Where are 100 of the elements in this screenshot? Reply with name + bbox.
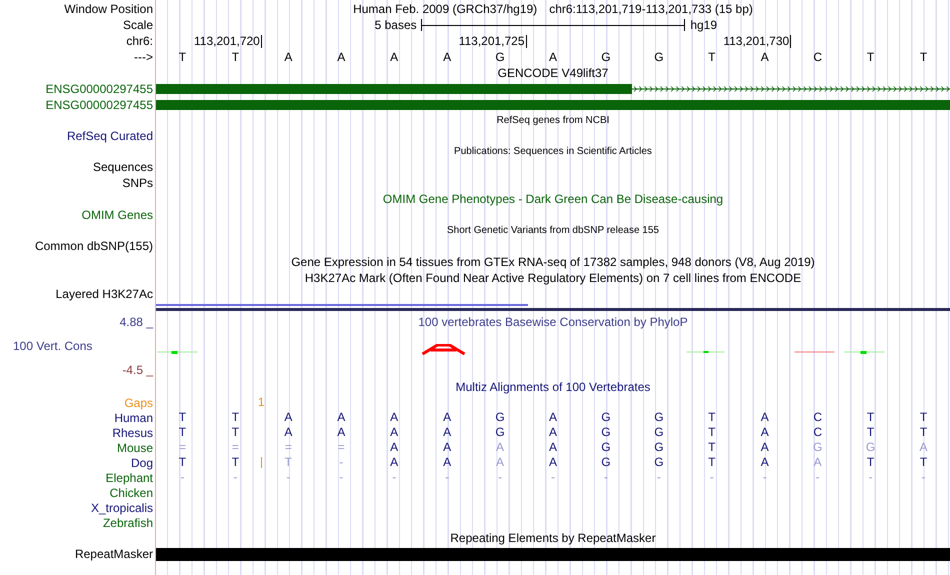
track-label: Elephant <box>106 470 153 484</box>
alignment-base: - <box>762 470 767 484</box>
base-letter: A <box>283 50 294 64</box>
alignment-base: A <box>496 440 504 454</box>
alignment-base: T <box>920 410 928 424</box>
alignment-base: - <box>286 470 290 484</box>
alignment-base: A <box>284 425 292 439</box>
alignment-base: T <box>232 455 240 469</box>
alignment-base: T <box>920 425 928 439</box>
track-title: Publications: Sequences in Scientific Articles <box>454 146 652 157</box>
track-label: Sequences <box>92 160 153 174</box>
alignment-base: A <box>390 455 398 469</box>
track-label: Gaps <box>124 396 153 410</box>
gap-count: 1 <box>258 395 265 410</box>
base-letter: T <box>866 50 876 64</box>
alignment-base: T <box>708 425 716 439</box>
alignment-base: = <box>284 440 292 454</box>
alignment-base: G <box>654 455 664 469</box>
track-label: Human <box>114 410 153 424</box>
assembly-name: hg19 <box>689 18 718 32</box>
alignment-base: G <box>601 440 611 454</box>
ruler-tick-label: 113,201,725 <box>458 34 527 48</box>
alignment-base: T <box>866 425 874 439</box>
track-label: ---> <box>134 50 153 64</box>
track-label: RefSeq Curated <box>66 129 153 143</box>
ruler-tick-label: 113,201,730 <box>723 34 792 48</box>
alignment-base: C <box>813 410 822 424</box>
track-label: 100 Vert. Cons <box>12 338 94 354</box>
alignment-base: G <box>495 425 505 439</box>
alignment-base: - <box>922 470 926 484</box>
base-letter: A <box>442 50 452 64</box>
alignment-base: A <box>760 440 769 454</box>
alignment-base: G <box>654 410 664 424</box>
track-label: Scale <box>122 18 153 32</box>
base-letter: C <box>812 50 823 64</box>
base-letter: T <box>918 50 928 64</box>
alignment-base: A <box>337 410 346 424</box>
alignment-base: T <box>178 410 186 424</box>
alignment-base: T <box>920 455 928 469</box>
axis-max-label: 4.88 _ <box>118 314 153 330</box>
track-label: Window Position <box>64 2 153 16</box>
track-label: Mouse <box>116 440 153 454</box>
track-label: SNPs <box>122 176 153 190</box>
alignment-base: T <box>708 440 716 454</box>
track-label: Dog <box>130 456 153 470</box>
alignment-base: A <box>920 440 928 454</box>
alignment-base: = <box>178 440 186 454</box>
track-title: OMIM Gene Phenotypes - Dark Green Can Be Disease-causing <box>382 192 724 206</box>
alignment-base: A <box>814 455 822 469</box>
position-text: chr6:113,201,719-113,201,733 (15 bp) <box>549 2 753 16</box>
alignment-base: = <box>338 440 345 454</box>
alignment-base: T <box>178 455 186 469</box>
track-title: RefSeq genes from NCBI <box>496 115 610 126</box>
alignment-base: A <box>390 425 398 439</box>
alignment-base: A <box>760 410 769 424</box>
alignment-base: T <box>708 410 716 424</box>
alignment-base: G <box>601 425 611 439</box>
track-title: Repeating Elements by RepeatMasker <box>450 531 656 545</box>
alignment-base: A <box>548 455 557 469</box>
alignment-base: A <box>760 455 769 469</box>
alignment-base: - <box>233 470 238 484</box>
alignment-base: A <box>548 440 557 454</box>
alignment-base: A <box>443 455 452 469</box>
alignment-base: T <box>232 410 240 424</box>
track-title: 100 vertebrates Basewise Conservation by PhyloP <box>418 314 688 330</box>
alignment-base: - <box>445 470 450 484</box>
alignment-base: - <box>180 470 184 484</box>
alignment-base: G <box>866 440 876 454</box>
base-letter: A <box>336 50 346 64</box>
alignment-base: - <box>392 470 396 484</box>
track-label: X_tropicalis <box>90 500 153 514</box>
base-letter: T <box>230 50 240 64</box>
alignment-base: - <box>498 470 502 484</box>
track-label: RepeatMasker <box>74 547 153 561</box>
alignment-base: T <box>232 425 240 439</box>
assembly-text: Human Feb. 2009 (GRCh37/hg19) <box>353 2 538 16</box>
track-label: ENSG00000297455 <box>46 82 153 96</box>
track-label: Zebrafish <box>102 516 153 530</box>
base-letter: T <box>707 50 716 64</box>
scale-text: 5 bases <box>374 18 418 32</box>
track-label: OMIM Genes <box>82 208 153 222</box>
track-title: Short Genetic Variants from dbSNP release 155 <box>447 225 659 236</box>
alignment-base: C <box>813 425 822 439</box>
alignment-base: A <box>760 425 769 439</box>
alignment-base: A <box>496 455 504 469</box>
track-title: Multiz Alignments of 100 Vertebrates <box>456 380 650 394</box>
alignment-base: A <box>443 410 452 424</box>
alignment-base: A <box>337 425 346 439</box>
track-label: chr6: <box>126 34 153 48</box>
alignment-base: T <box>866 455 874 469</box>
base-letter: G <box>600 50 612 64</box>
track-title: GENCODE V49lift37 <box>498 66 608 80</box>
track-title: H3K27Ac Mark (Often Found Near Active Regulatory Elements) on 7 cell lines from ENCODE <box>304 271 802 285</box>
track-label: ENSG00000297455 <box>46 98 153 112</box>
base-letter: T <box>178 50 188 64</box>
alignment-base: T <box>178 425 186 439</box>
track-title: Gene Expression in 54 tissues from GTEx RNA-seq of 17382 samples, 948 donors (V8, Aug 2019) <box>291 255 815 269</box>
base-letter: G <box>653 50 665 64</box>
track-label: Chicken <box>110 486 153 500</box>
alignment-base: T <box>866 410 874 424</box>
